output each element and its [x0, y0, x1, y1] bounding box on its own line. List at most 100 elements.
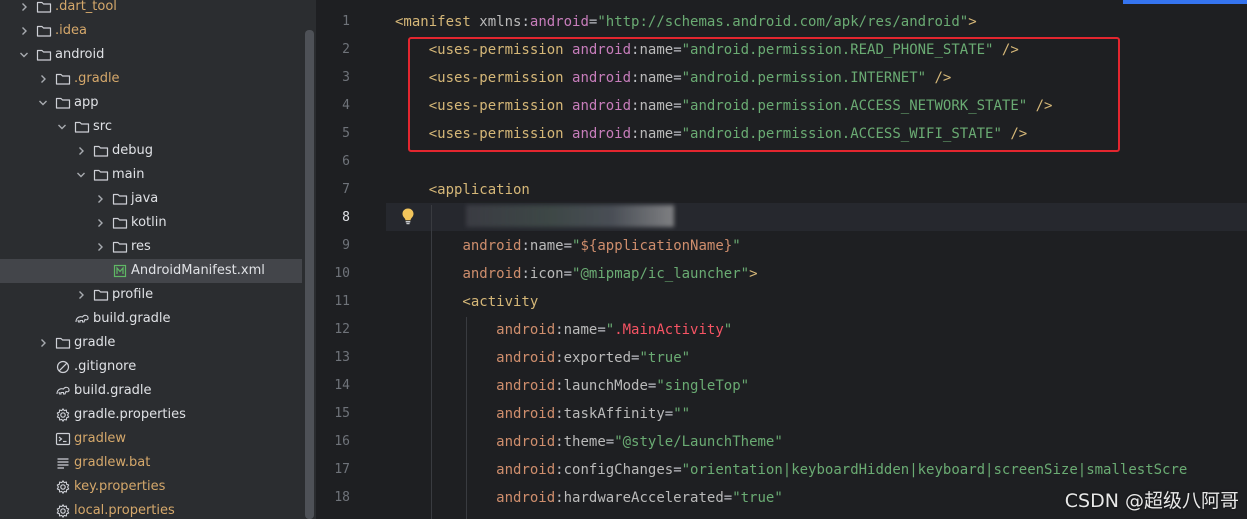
code-token: =: [664, 406, 674, 422]
tree-item[interactable]: .dart_tool: [0, 0, 302, 19]
code-line[interactable]: <activity: [395, 288, 538, 316]
chevron-down-icon[interactable]: [17, 48, 31, 62]
folder-icon: [55, 71, 71, 87]
code-token: :: [555, 378, 564, 394]
code-line[interactable]: android:configChanges="orientation|keybo…: [395, 456, 1187, 484]
code-token: :: [555, 406, 564, 422]
ide-window: .dart_tool .idea android .gradle app src debug…: [0, 0, 1247, 519]
chevron-right-icon[interactable]: [93, 192, 107, 206]
text-file-icon: [55, 455, 71, 471]
tree-item-label: app: [74, 95, 99, 110]
terminal-file-icon: [55, 431, 71, 447]
tree-item[interactable]: .idea: [0, 19, 302, 43]
tree-item[interactable]: .gradle: [0, 67, 302, 91]
folder-icon: [55, 335, 71, 351]
indent-guide: [431, 205, 432, 519]
code-line[interactable]: android:taskAffinity="": [395, 400, 690, 428]
tree-item[interactable]: kotlin: [0, 211, 302, 235]
code-line[interactable]: android:theme="@style/LaunchTheme": [395, 428, 783, 456]
tree-item[interactable]: build.gradle: [0, 307, 302, 331]
line-number: 7: [342, 182, 350, 197]
tree-item[interactable]: profile: [0, 283, 302, 307]
code-token: >: [749, 266, 758, 282]
code-token: :: [555, 350, 564, 366]
code-line[interactable]: android:icon="@mipmap/ic_launcher">: [395, 260, 758, 288]
tree-item[interactable]: AndroidManifest.xml: [0, 259, 302, 283]
code-line[interactable]: android:name=".MainActivity": [395, 316, 732, 344]
chevron-right-icon[interactable]: [93, 240, 107, 254]
settings-file-icon: [55, 503, 71, 519]
tree-item[interactable]: java: [0, 187, 302, 211]
chevron-right-icon[interactable]: [74, 288, 88, 302]
tree-item-label: build.gradle: [93, 311, 171, 326]
tree-item[interactable]: .gitignore: [0, 355, 302, 379]
chevron-right-icon[interactable]: [17, 24, 31, 38]
code-line[interactable]: android:launchMode="singleTop": [395, 372, 749, 400]
chevron-right-icon[interactable]: [74, 144, 88, 158]
code-token: configChanges: [563, 462, 674, 478]
code-token: "@style/LaunchTheme": [614, 434, 783, 450]
tree-item-label: gradle: [74, 335, 116, 350]
folder-icon: [112, 191, 128, 207]
tree-item[interactable]: android: [0, 43, 302, 67]
line-number: 14: [334, 378, 350, 393]
code-token: xmlns: [479, 14, 522, 30]
tree-item[interactable]: gradlew: [0, 427, 302, 451]
line-number: 2: [342, 42, 350, 57]
code-token: ": [723, 322, 733, 338]
tree-item[interactable]: local.properties: [0, 499, 302, 519]
indent-guide: [466, 317, 467, 519]
code-token: name: [563, 322, 598, 338]
code-line[interactable]: <manifest xmlns:android="http://schemas.…: [395, 8, 977, 36]
line-number: 18: [334, 490, 350, 505]
chevron-right-icon[interactable]: [36, 336, 50, 350]
code-token: :: [555, 462, 564, 478]
tree-item[interactable]: src: [0, 115, 302, 139]
code-token: ": [605, 322, 615, 338]
tree-item[interactable]: gradle: [0, 331, 302, 355]
tree-item[interactable]: gradlew.bat: [0, 451, 302, 475]
tree-item-label: AndroidManifest.xml: [131, 263, 265, 278]
chevron-right-icon[interactable]: [17, 0, 31, 14]
chevron-down-icon[interactable]: [55, 120, 69, 134]
code-token: launchMode: [563, 378, 648, 394]
settings-file-icon: [55, 479, 71, 495]
tree-item-label: src: [93, 119, 112, 134]
folder-icon: [74, 119, 90, 135]
line-number: 16: [334, 434, 350, 449]
code-line[interactable]: android:hardwareAccelerated="true": [395, 484, 783, 512]
chevron-right-icon[interactable]: [36, 72, 50, 86]
code-token: :: [555, 322, 564, 338]
code-line[interactable]: android:name="${applicationName}": [395, 232, 741, 260]
code-line[interactable]: android:exported="true": [395, 344, 690, 372]
line-number: 13: [334, 350, 350, 365]
code-line[interactable]: <application: [395, 176, 530, 204]
code-token: ": [732, 238, 741, 254]
chevron-down-icon[interactable]: [74, 168, 88, 182]
chevron-right-icon[interactable]: [93, 216, 107, 230]
folder-icon: [36, 47, 52, 63]
tree-item[interactable]: key.properties: [0, 475, 302, 499]
code-token: android: [496, 378, 556, 394]
code-token: "true": [732, 490, 783, 506]
tree-item[interactable]: main: [0, 163, 302, 187]
chevron-down-icon[interactable]: [36, 96, 50, 110]
tree-item[interactable]: app: [0, 91, 302, 115]
tree-item[interactable]: res: [0, 235, 302, 259]
tree-item[interactable]: build.gradle: [0, 379, 302, 403]
code-token: <manifest: [395, 14, 480, 30]
code-token: :: [555, 434, 564, 450]
code-token: "true": [639, 350, 691, 366]
tree-item[interactable]: debug: [0, 139, 302, 163]
project-tree-scrollbar[interactable]: [305, 30, 314, 519]
tree-item[interactable]: gradle.properties: [0, 403, 302, 427]
tree-item-label: profile: [112, 287, 154, 302]
code-token: android: [462, 266, 522, 282]
